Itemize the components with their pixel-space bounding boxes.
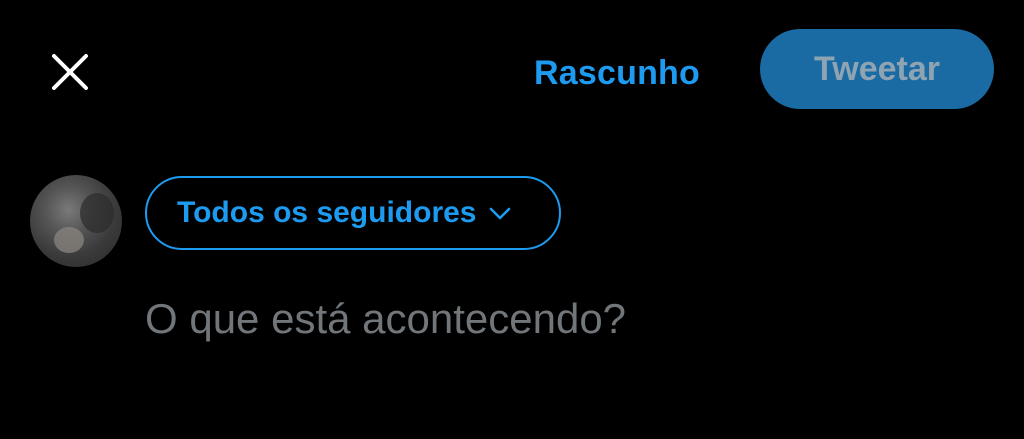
draft-button[interactable]: Rascunho — [512, 46, 722, 100]
tweet-button[interactable]: Tweetar — [760, 29, 994, 109]
chevron-down-icon — [487, 200, 513, 226]
close-icon — [52, 54, 88, 90]
audience-label: Todos os seguidores — [177, 196, 477, 229]
compose-header: Rascunho Tweetar — [0, 0, 1024, 140]
audience-selector[interactable]: Todos os seguidores — [145, 176, 561, 250]
avatar[interactable] — [30, 175, 122, 267]
close-button[interactable] — [44, 46, 96, 98]
tweet-text-input[interactable] — [145, 282, 965, 356]
avatar-shape — [80, 193, 114, 233]
avatar-shape — [54, 227, 84, 253]
